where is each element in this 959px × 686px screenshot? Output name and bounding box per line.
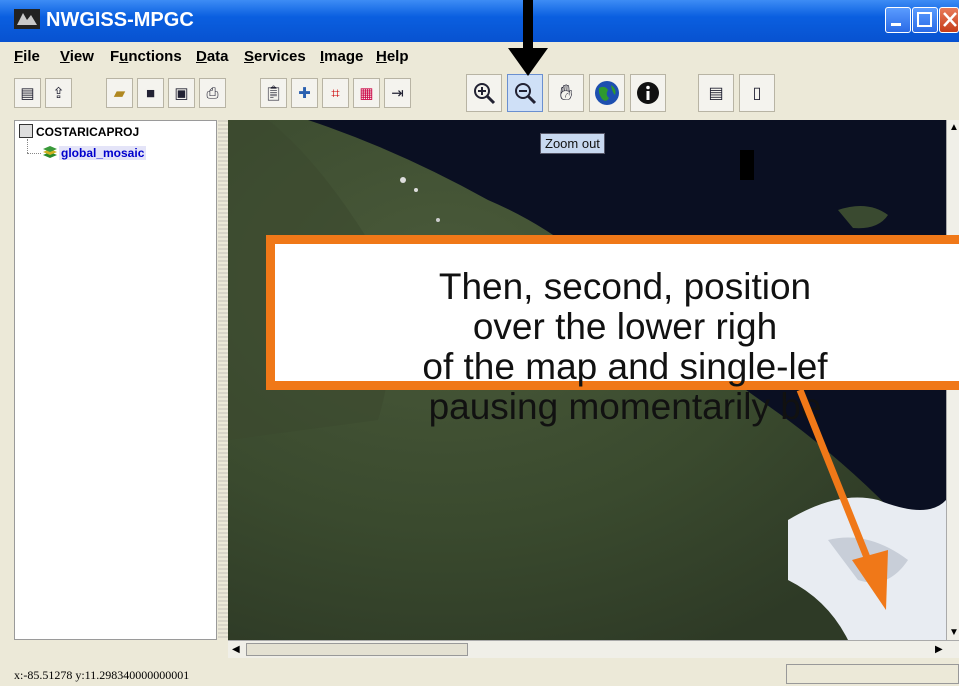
layer-tree: COSTARICAPROJ global_mosaic <box>14 120 217 640</box>
toolbar: ▤ ⇪ ▰ ■ ▣ ⎙ 📋︎ ✚ ⌗ ▦ ⇥ ✋︎ ▤ ▯ <box>0 70 959 118</box>
open-project-icon: ⇪ <box>52 85 65 102</box>
tree-root[interactable]: COSTARICAPROJ <box>19 124 139 139</box>
menu-view[interactable]: View <box>60 48 94 65</box>
paste-button[interactable]: 📋︎ <box>260 78 287 108</box>
minimize-icon <box>891 23 901 26</box>
pointer-arrow-shaft <box>740 150 754 180</box>
menu-data[interactable]: Data <box>196 48 229 65</box>
folder-icon: ▰ <box>113 85 126 102</box>
window-title: NWGISS-MPGC <box>46 9 194 31</box>
menu-image[interactable]: Image <box>320 48 363 65</box>
new-project-icon: ▤ <box>20 85 35 102</box>
app-icon <box>14 9 40 29</box>
splitter-handle[interactable] <box>218 120 228 640</box>
menu-bar: File View Functions Data Services Image … <box>0 42 959 70</box>
new-project-button[interactable]: ▤ <box>14 78 41 108</box>
menu-file[interactable]: File <box>14 48 40 65</box>
callout-line: Then, second, position <box>438 266 812 307</box>
menu-functions[interactable]: Functions <box>110 48 182 65</box>
print-button[interactable]: ⎙ <box>199 78 226 108</box>
close-icon <box>943 12 957 27</box>
callout-line: over the lower righ <box>472 306 778 347</box>
add-layer-button[interactable]: ✚ <box>291 78 318 108</box>
status-panel <box>786 664 959 684</box>
tree-connector <box>27 139 28 153</box>
close-button[interactable] <box>939 7 959 33</box>
project-icon <box>19 124 33 138</box>
crop-button[interactable]: ⌗ <box>322 78 349 108</box>
minimize-button[interactable] <box>885 7 911 33</box>
export-button[interactable]: ⇥ <box>384 78 411 108</box>
tile-button[interactable]: ▤ <box>698 74 734 112</box>
horizontal-scrollbar[interactable]: ◀ ▶ <box>228 640 959 658</box>
add-layer-icon: ✚ <box>298 85 311 102</box>
document-icon: ▯ <box>752 85 762 102</box>
tree-root-label: COSTARICAPROJ <box>36 125 140 139</box>
save-button[interactable]: ■ <box>137 78 164 108</box>
export-icon: ⇥ <box>391 85 404 102</box>
open-project-button[interactable]: ⇪ <box>45 78 72 108</box>
globe-button[interactable] <box>589 74 625 112</box>
maximize-icon <box>917 12 932 27</box>
clipboard-icon: 📋︎ <box>263 85 284 102</box>
tile-icon: ▤ <box>708 85 724 102</box>
open-folder-button[interactable]: ▰ <box>106 78 133 108</box>
coordinate-readout: x:-85.51278 y:11.298340000000001 <box>14 668 190 682</box>
save-all-button[interactable]: ▣ <box>168 78 195 108</box>
info-icon <box>637 82 659 104</box>
hand-icon: ✋︎ <box>559 80 573 105</box>
save-all-icon: ▣ <box>174 85 189 102</box>
scroll-left-icon[interactable]: ◀ <box>232 644 240 655</box>
zoom-out-tooltip: Zoom out <box>540 133 605 154</box>
floppy-icon: ■ <box>145 84 156 102</box>
document-button[interactable]: ▯ <box>739 74 775 112</box>
tree-connector <box>27 153 41 154</box>
tree-item-global-mosaic[interactable]: global_mosaic <box>59 146 147 160</box>
scroll-up-icon[interactable]: ▲ <box>949 122 959 133</box>
mosaic-button[interactable]: ▦ <box>353 78 380 108</box>
annotation-arrow-down <box>508 0 548 76</box>
globe-icon <box>595 81 619 105</box>
layer-stack-icon <box>43 146 57 158</box>
printer-icon: ⎙ <box>206 84 219 102</box>
maximize-button[interactable] <box>912 7 938 33</box>
zoom-in-button[interactable] <box>466 74 502 112</box>
scroll-right-icon[interactable]: ▶ <box>935 644 943 655</box>
zoom-out-icon <box>515 83 537 105</box>
scroll-down-icon[interactable]: ▼ <box>949 627 959 638</box>
info-button[interactable] <box>630 74 666 112</box>
status-bar: x:-85.51278 y:11.298340000000001 <box>0 662 959 686</box>
instruction-callout: Then, second, position over the lower ri… <box>266 235 959 427</box>
title-bar: NWGISS-MPGC <box>0 0 959 42</box>
zoom-in-icon <box>474 83 496 105</box>
menu-help[interactable]: Help <box>376 48 409 65</box>
crop-icon: ⌗ <box>331 84 340 102</box>
mosaic-icon: ▦ <box>359 85 374 102</box>
horizontal-scroll-thumb[interactable] <box>246 643 468 656</box>
menu-services[interactable]: Services <box>244 48 306 65</box>
annotation-arrow-orange <box>796 388 888 610</box>
